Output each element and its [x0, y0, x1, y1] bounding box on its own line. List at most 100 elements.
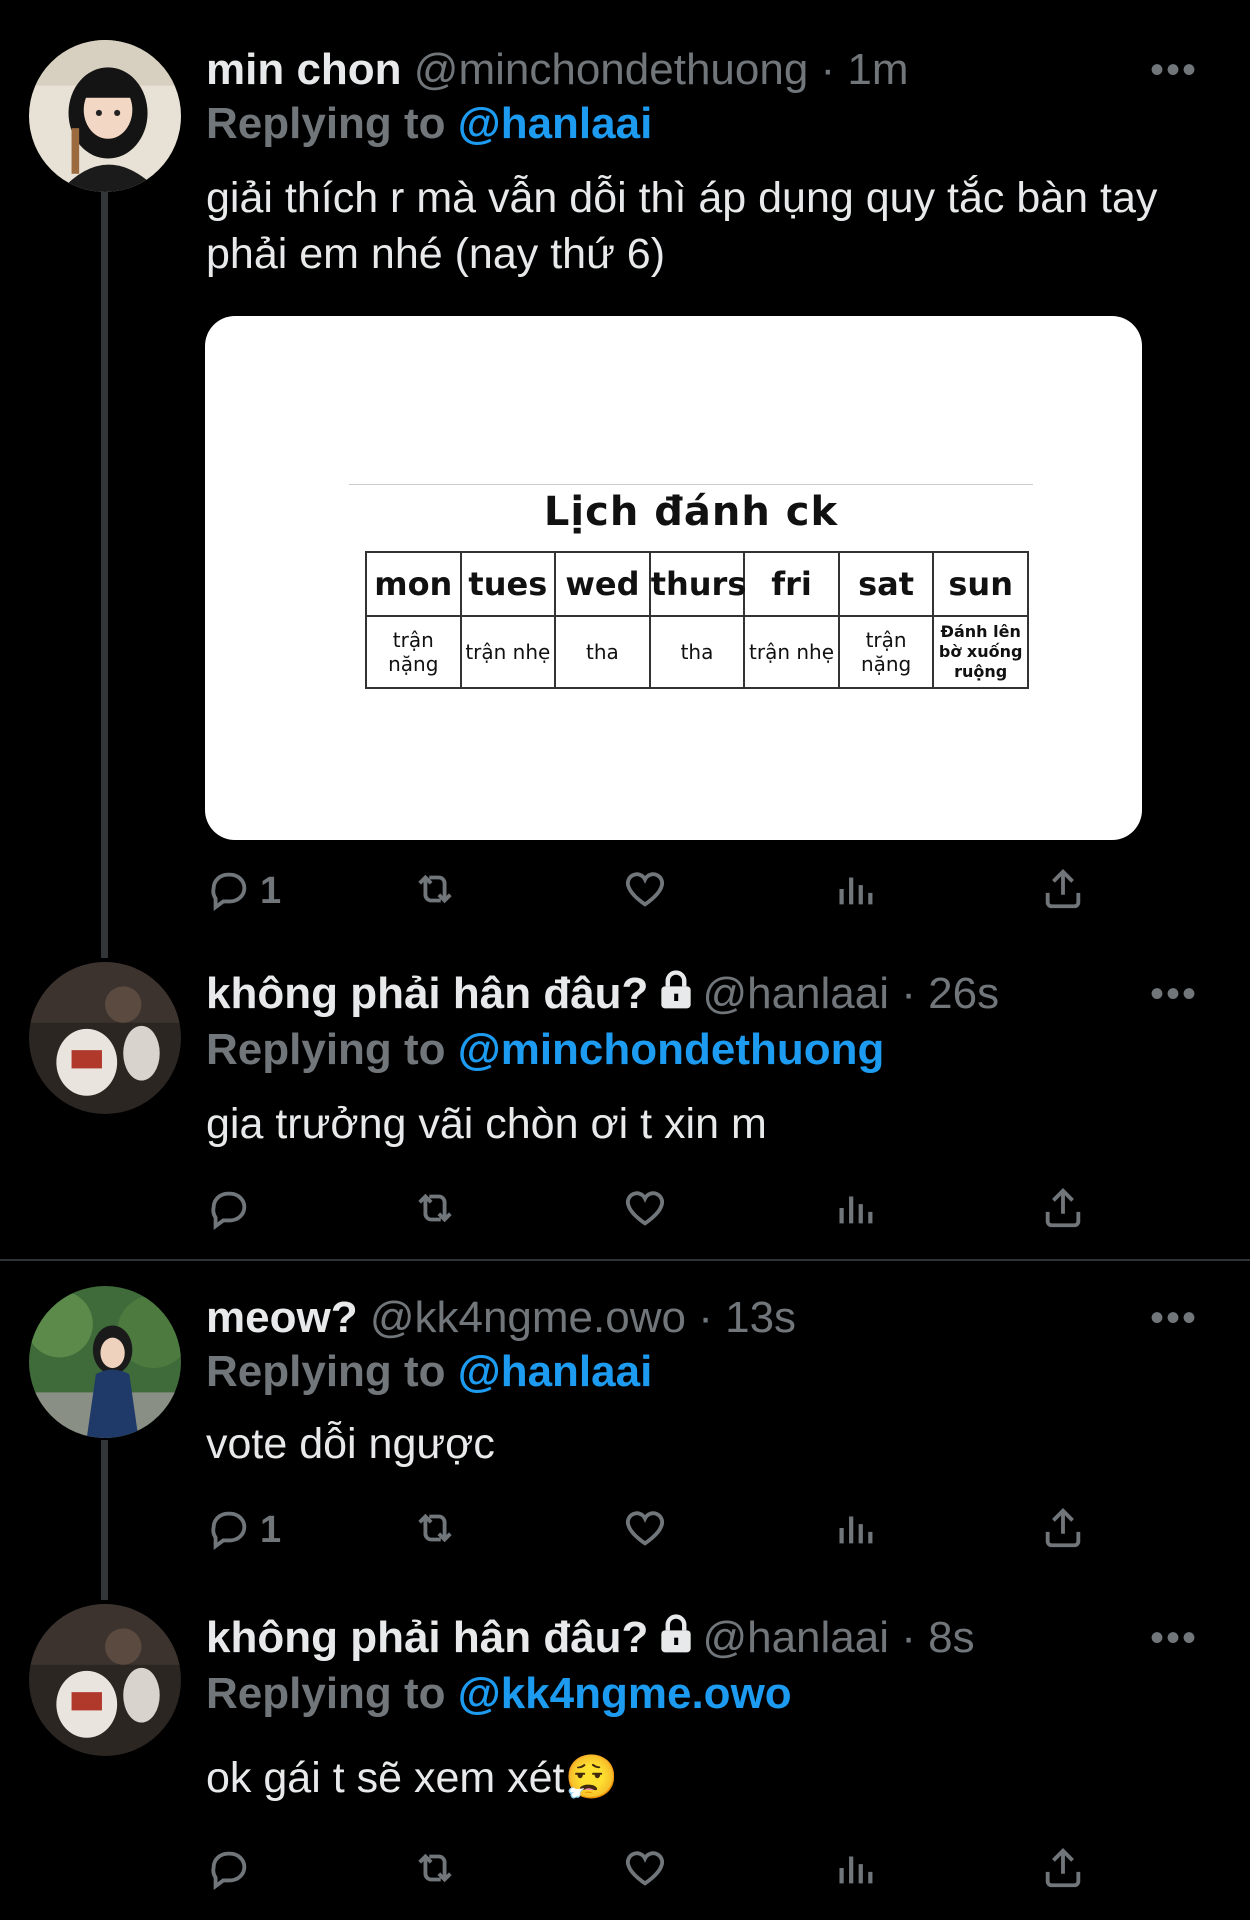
avatar[interactable]: [29, 1604, 181, 1756]
day-cell: wed: [554, 551, 651, 617]
tweet-text: vote dỗi ngược: [206, 1420, 495, 1468]
reply-icon: [206, 1185, 252, 1236]
tweet-header: min chon @minchondethuong · 1m: [206, 42, 1140, 98]
timestamp[interactable]: 13s: [725, 1293, 796, 1342]
share-button[interactable]: [1040, 1840, 1086, 1900]
avatar[interactable]: [29, 962, 181, 1114]
views-button[interactable]: [832, 861, 878, 921]
activity-cell: tha: [554, 615, 651, 689]
lock-icon: [654, 1612, 698, 1670]
tweet-image[interactable]: Lịch đánh ck mon tues wed thurs fri sat …: [205, 316, 1142, 840]
user-handle[interactable]: @hanlaai: [702, 969, 889, 1018]
replying-label: Replying to: [206, 1347, 446, 1396]
day-cell: tues: [459, 551, 557, 617]
schedule-image: Lịch đánh ck mon tues wed thurs fri sat …: [349, 484, 1033, 689]
like-button[interactable]: [622, 1840, 668, 1900]
reply-button[interactable]: 1: [206, 861, 281, 921]
replying-to: Replying to @hanlaai: [206, 96, 652, 152]
separator-dot: ·: [698, 1293, 713, 1342]
divider: [0, 1259, 1250, 1261]
views-button[interactable]: [832, 1840, 878, 1900]
reply-button[interactable]: [206, 1840, 260, 1900]
retweet-button[interactable]: [412, 861, 458, 921]
display-name[interactable]: không phải hân đâu?: [206, 1613, 648, 1662]
user-handle[interactable]: @hanlaai: [702, 1613, 889, 1662]
more-options-icon[interactable]: •••: [1150, 1618, 1198, 1658]
timestamp[interactable]: 1m: [847, 45, 908, 94]
tweet-actions: 1: [206, 1500, 1096, 1560]
share-button[interactable]: [1040, 1500, 1086, 1560]
like-icon: [622, 1505, 668, 1556]
reply-icon: [206, 1845, 252, 1896]
reply-count: 1: [260, 1508, 282, 1551]
user-handle[interactable]: @minchondethuong: [414, 45, 809, 94]
more-options-icon[interactable]: •••: [1150, 974, 1198, 1014]
views-button[interactable]: [832, 1500, 878, 1560]
tweet[interactable]: không phải hân đâu? @hanlaai · 8s ••• Rep…: [0, 1584, 1250, 1920]
activity-cell: trận nặng: [837, 615, 935, 689]
replying-label: Replying to: [206, 1669, 446, 1718]
share-icon: [1040, 1845, 1086, 1896]
like-button[interactable]: [622, 1180, 668, 1240]
tweet-actions: [206, 1840, 1096, 1900]
views-button[interactable]: [832, 1180, 878, 1240]
retweet-icon: [412, 1845, 458, 1896]
views-icon: [832, 1845, 878, 1896]
schedule-table: mon tues wed thurs fri sat sun trận nặng…: [365, 551, 1029, 689]
retweet-button[interactable]: [412, 1180, 458, 1240]
tweet-header: không phải hân đâu? @hanlaai · 26s: [206, 966, 1140, 1026]
like-icon: [622, 1185, 668, 1236]
mention-link[interactable]: @hanlaai: [458, 1347, 653, 1396]
share-icon: [1040, 1185, 1086, 1236]
lock-icon: [654, 968, 698, 1026]
tweet-text: ok gái t sẽ xem xét😮‍💨: [206, 1754, 619, 1802]
tweet-header: meow? @kk4ngme.owo · 13s: [206, 1290, 1140, 1346]
share-button[interactable]: [1040, 861, 1086, 921]
like-button[interactable]: [622, 1500, 668, 1560]
replying-label: Replying to: [206, 1025, 446, 1074]
activity-cell: tha: [648, 615, 746, 689]
day-cell: mon: [365, 551, 462, 617]
more-options-icon[interactable]: •••: [1150, 50, 1198, 90]
display-name[interactable]: không phải hân đâu?: [206, 969, 648, 1018]
day-cell: sat: [837, 551, 935, 617]
separator-dot: ·: [820, 45, 836, 94]
activity-cell: trận nặng: [365, 615, 462, 689]
tweet-text: gia trưởng vãi chòn ơi t xin m: [206, 1100, 767, 1148]
user-handle[interactable]: @kk4ngme.owo: [370, 1293, 686, 1342]
more-options-icon[interactable]: •••: [1150, 1298, 1198, 1338]
display-name[interactable]: min chon: [206, 45, 402, 94]
schedule-title: Lịch đánh ck: [543, 489, 839, 535]
like-button[interactable]: [622, 861, 668, 921]
reply-button[interactable]: 1: [206, 1500, 281, 1560]
display-name[interactable]: meow?: [206, 1293, 358, 1342]
replying-to: Replying to @minchondethuong: [206, 1022, 884, 1078]
retweet-button[interactable]: [412, 1840, 458, 1900]
activity-cell: trận nhẹ: [743, 615, 840, 689]
like-icon: [622, 1845, 668, 1896]
separator-dot: ·: [901, 1613, 916, 1662]
share-button[interactable]: [1040, 1180, 1086, 1240]
day-cell: fri: [743, 551, 840, 617]
tweet[interactable]: min chon @minchondethuong · 1m ••• Reply…: [0, 0, 1250, 950]
activity-cell: trận nhẹ: [459, 615, 557, 689]
views-icon: [832, 1505, 878, 1556]
avatar[interactable]: [29, 1286, 181, 1438]
replying-label: Replying to: [206, 99, 446, 148]
share-icon: [1040, 866, 1086, 917]
mention-link[interactable]: @minchondethuong: [458, 1025, 885, 1074]
retweet-icon: [412, 1505, 458, 1556]
mention-link[interactable]: @hanlaai: [458, 99, 653, 148]
timestamp[interactable]: 26s: [928, 969, 999, 1018]
avatar[interactable]: [29, 40, 181, 192]
tweet-header: không phải hân đâu? @hanlaai · 8s: [206, 1610, 1140, 1670]
tweet[interactable]: meow? @kk4ngme.owo · 13s ••• Replying to…: [0, 1262, 1250, 1584]
replying-to: Replying to @kk4ngme.owo: [206, 1666, 792, 1722]
reply-button[interactable]: [206, 1180, 260, 1240]
tweet[interactable]: không phải hân đâu? @hanlaai · 26s ••• Re…: [0, 950, 1250, 1260]
reply-count: 1: [260, 869, 282, 912]
activity-cell: Đánh lên bờ xuống ruộng: [932, 615, 1029, 689]
retweet-button[interactable]: [412, 1500, 458, 1560]
timestamp[interactable]: 8s: [928, 1613, 974, 1662]
mention-link[interactable]: @kk4ngme.owo: [458, 1669, 792, 1718]
